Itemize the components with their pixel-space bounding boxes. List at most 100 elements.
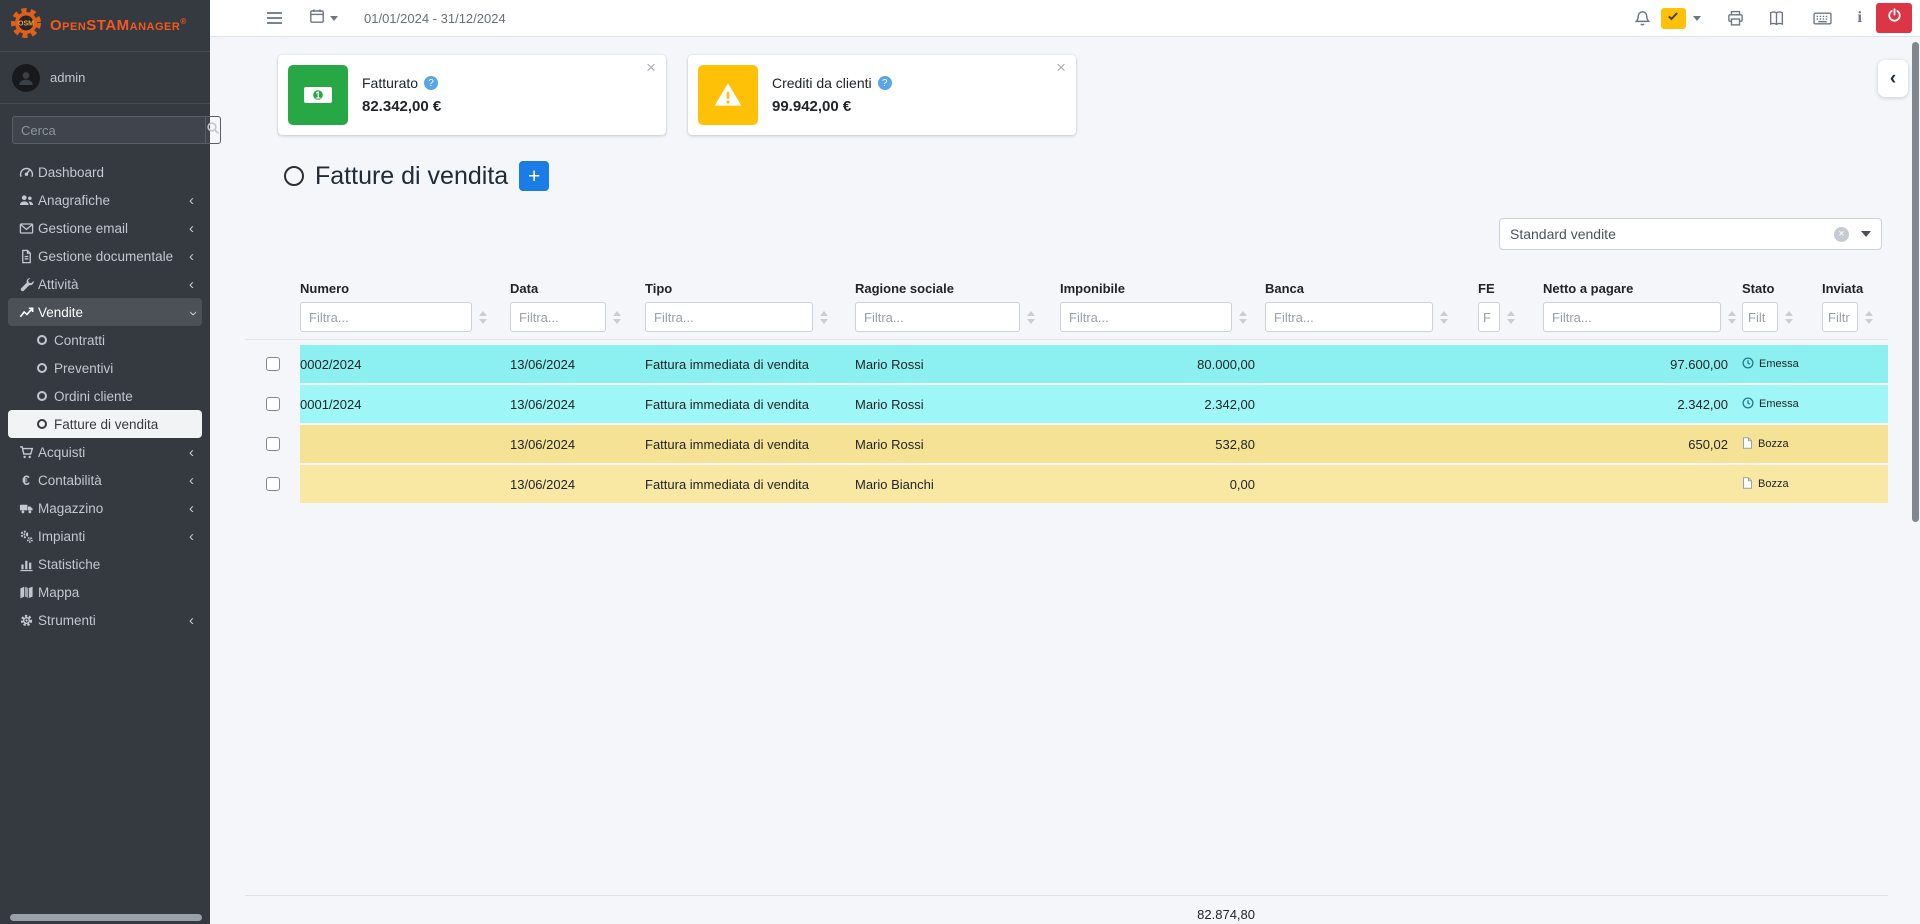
column-header-stato: Stato [1742,281,1822,299]
sidebar-item-dashboard[interactable]: Dashboard [8,158,202,186]
calendar-button[interactable] [309,8,338,29]
sidebar-item-mappa[interactable]: Mappa [8,578,202,606]
cell-numero [300,425,510,463]
chevron-left-icon: ‹ [189,529,196,544]
cell-ragione-sociale: Mario Rossi [855,425,1060,463]
row-checkbox[interactable] [266,477,280,491]
sidebar-item-acquisti[interactable]: Acquisti ‹ [8,438,202,466]
keyboard-shortcuts-icon[interactable] [1813,11,1832,26]
widgets-panel-toggle[interactable]: ‹ [1878,60,1908,97]
table-row[interactable]: 13/06/2024 Fattura immediata di vendita … [245,465,1888,503]
sort-arrows[interactable] [1027,311,1035,324]
sort-arrows[interactable] [1865,311,1873,324]
chevron-left-icon: ‹ [189,193,196,208]
filter-fe-input[interactable] [1478,302,1500,332]
filter-netto-input[interactable] [1543,302,1721,332]
print-template-select[interactable]: Standard vendite × [1499,218,1882,250]
table-row[interactable]: 0001/2024 13/06/2024 Fattura immediata d… [245,385,1888,423]
row-checkbox[interactable] [266,357,280,371]
info-icon[interactable]: i [1858,9,1862,27]
cell-banca [1265,425,1478,463]
sidebar-item-gestione-email[interactable]: Gestione email ‹ [8,214,202,242]
tasks-check-button[interactable] [1661,8,1686,29]
circle-icon [30,419,54,429]
cell-ragione-sociale: Mario Rossi [855,385,1060,423]
caret-down-icon[interactable] [1693,16,1701,21]
hamburger-menu-icon[interactable] [266,11,283,25]
svg-text:OSM: OSM [18,21,34,28]
filter-tipo-input[interactable] [645,302,813,332]
cell-ragione-sociale: Mario Rossi [855,345,1060,383]
add-invoice-button[interactable]: + [519,161,549,191]
vertical-scrollbar[interactable] [1912,42,1919,522]
sidebar-item-strumenti[interactable]: Strumenti ‹ [8,606,202,634]
date-range[interactable]: 01/01/2024 - 31/12/2024 [364,11,506,26]
sidebar-item-anagrafiche[interactable]: Anagrafiche ‹ [8,186,202,214]
search-icon [206,121,220,140]
sidebar-item-contratti[interactable]: Contratti [8,326,202,354]
filter-ragione-sociale-input[interactable] [855,302,1020,332]
sidebar-item-attivita[interactable]: Attività ‹ [8,270,202,298]
close-icon[interactable]: × [1056,59,1066,76]
docs-book-icon[interactable] [1768,10,1785,27]
print-icon[interactable] [1727,10,1744,27]
filter-data-input[interactable] [510,302,606,332]
sort-arrows[interactable] [613,311,621,324]
search-button[interactable] [205,116,221,144]
filter-imponibile-input[interactable] [1060,302,1232,332]
cell-data: 13/06/2024 [510,465,645,503]
sidebar-item-preventivi[interactable]: Preventivi [8,354,202,382]
sidebar-item-impianti[interactable]: Impianti ‹ [8,522,202,550]
clear-selection-icon[interactable]: × [1834,227,1849,242]
sidebar-horizontal-scrollbar[interactable] [10,914,202,921]
user-name: admin [50,70,85,85]
sort-arrows[interactable] [1785,311,1793,324]
sidebar-item-fatture-di-vendita[interactable]: Fatture di vendita [8,410,202,438]
warning-icon [698,65,758,125]
table-row[interactable]: 13/06/2024 Fattura immediata di vendita … [245,425,1888,463]
close-icon[interactable]: × [646,59,656,76]
help-icon[interactable]: ? [878,76,892,90]
row-checkbox[interactable] [266,437,280,451]
envelope-icon [14,221,38,236]
sidebar-item-statistiche[interactable]: Statistiche [8,550,202,578]
table-header: Numero Data Tipo Ragione sociale Imponib… [245,278,1888,333]
card-fatturato: 1 Fatturato ? 82.342,00 € × [278,55,666,135]
cell-imponibile: 2.342,00 [1060,385,1265,423]
filter-inviata-input[interactable] [1822,302,1858,332]
filter-numero-input[interactable] [300,302,472,332]
sidebar-item-gestione-documentale[interactable]: Gestione documentale ‹ [8,242,202,270]
sidebar-item-contabilita[interactable]: € Contabilità ‹ [8,466,202,494]
help-icon[interactable]: ? [424,76,438,90]
chevron-left-icon: ‹ [189,473,196,488]
search-input[interactable] [12,116,205,144]
sidebar-item-vendite[interactable]: Vendite ‹ [8,298,202,326]
sort-arrows[interactable] [1728,311,1736,324]
logout-power-button[interactable] [1876,3,1912,33]
sort-arrows[interactable] [820,311,828,324]
sidebar-item-magazzino[interactable]: Magazzino ‹ [8,494,202,522]
sidebar-item-ordini-cliente[interactable]: Ordini cliente [8,382,202,410]
sort-arrows[interactable] [479,311,487,324]
cell-fe [1478,425,1543,463]
cell-netto-a-pagare: 97.600,00 [1543,345,1742,383]
row-checkbox[interactable] [266,397,280,411]
check-icon [1667,9,1679,27]
page-title: Fatture di vendita [315,162,508,191]
cell-stato: Emessa [1742,385,1822,423]
card-label: Crediti da clienti [772,75,872,91]
notifications-bell-icon[interactable] [1634,10,1651,27]
truck-icon [14,501,38,516]
brand-link[interactable]: OSM OpenSTAManager® [0,0,210,52]
filter-banca-input[interactable] [1265,302,1433,332]
filter-stato-input[interactable] [1742,302,1778,332]
cell-imponibile: 532,80 [1060,425,1265,463]
cell-fe [1478,385,1543,423]
sidebar-menu: Dashboard Anagrafiche ‹ Gestione email ‹… [0,152,210,634]
user-panel[interactable]: admin [0,52,210,104]
sort-arrows[interactable] [1440,311,1448,324]
sort-arrows[interactable] [1239,311,1247,324]
table-row[interactable]: 0002/2024 13/06/2024 Fattura immediata d… [245,345,1888,383]
sort-arrows[interactable] [1507,311,1515,324]
map-icon [14,585,38,600]
